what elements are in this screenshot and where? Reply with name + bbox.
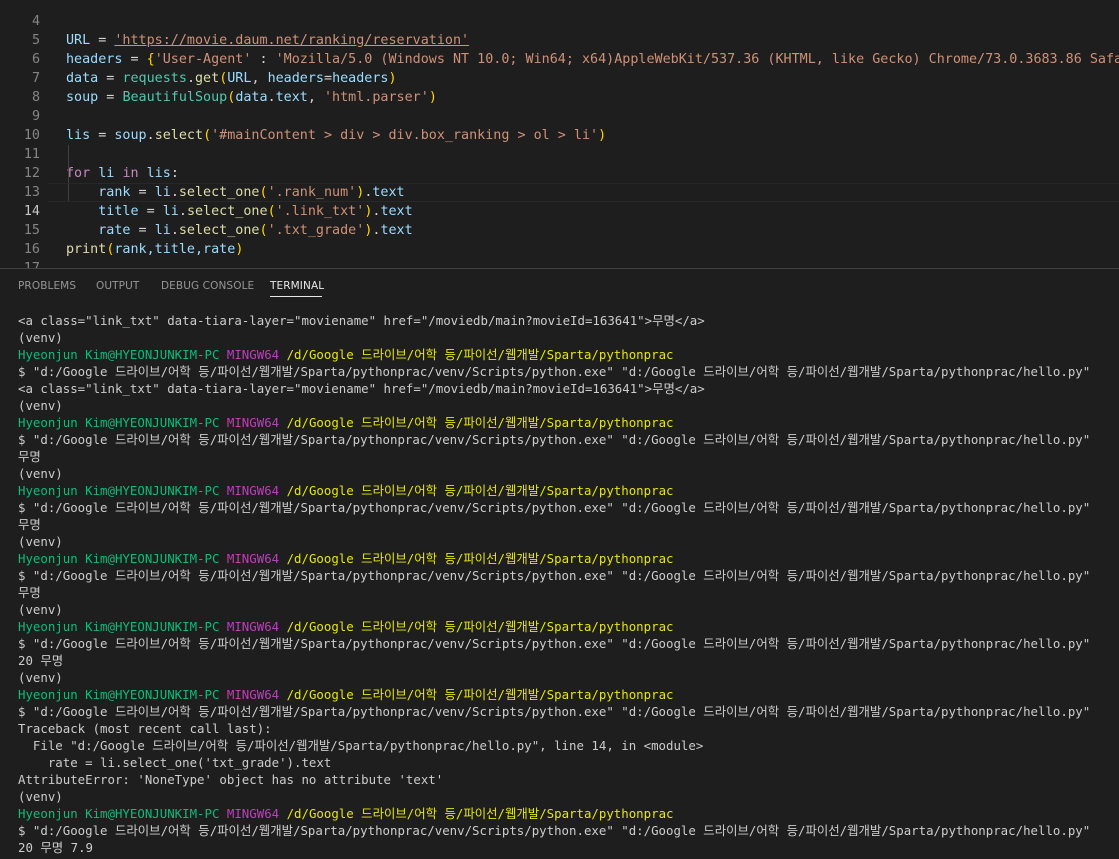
- code-line-4[interactable]: 4 URL = 'https://movie.daum.net/ranking/…: [0, 0, 1119, 48]
- terminal-command: $ "d:/Google 드라이브/어학 등/파이선/웹개발/Sparta/py…: [18, 500, 1091, 515]
- code-line-9[interactable]: 9 lis = soup.select('#mainContent > div …: [0, 88, 1119, 143]
- terminal-command: $ "d:/Google 드라이브/어학 등/파이선/웹개발/Sparta/py…: [18, 432, 1091, 447]
- terminal-line: (venv): [18, 466, 63, 481]
- code-line-13[interactable]: 13 title = li.select_one('.link_txt').te…: [0, 164, 1119, 219]
- terminal-prompt: Hyeonjun Kim@HYEONJUNKIM-PC MINGW64 /d/G…: [18, 551, 674, 566]
- code-line-7[interactable]: 7 soup = BeautifulSoup(data.text, 'html.…: [0, 50, 1119, 105]
- terminal-line: (venv): [18, 398, 63, 413]
- bottom-panel: PROBLEMS OUTPUT DEBUG CONSOLE TERMINAL <…: [0, 268, 1119, 859]
- terminal-line: 20 무명: [18, 653, 64, 668]
- terminal-line: 무명: [18, 449, 41, 464]
- terminal-line: <a class="link_txt" data-tiara-layer="mo…: [18, 381, 705, 396]
- code-line-6[interactable]: 6 data = requests.get(URL, headers=heade…: [0, 31, 1119, 86]
- tab-output[interactable]: OUTPUT: [96, 280, 139, 292]
- terminal-line: (venv): [18, 789, 63, 804]
- code-line-17[interactable]: 17: [0, 240, 1119, 268]
- terminal-line: 무명: [18, 585, 41, 600]
- panel-tabs: PROBLEMS OUTPUT DEBUG CONSOLE TERMINAL: [0, 269, 1119, 305]
- error-line: AttributeError: 'NoneType' object has no…: [18, 772, 444, 787]
- traceback-line: File "d:/Google 드라이브/어학 등/파이선/웹개발/Sparta…: [18, 738, 704, 753]
- code-line-16[interactable]: 16: [0, 221, 1119, 257]
- terminal-command: $ "d:/Google 드라이브/어학 등/파이선/웹개발/Sparta/py…: [18, 823, 1091, 838]
- terminal-prompt: Hyeonjun Kim@HYEONJUNKIM-PC MINGW64 /d/G…: [18, 415, 674, 430]
- terminal-prompt: Hyeonjun Kim@HYEONJUNKIM-PC MINGW64 /d/G…: [18, 619, 674, 634]
- terminal-prompt: Hyeonjun Kim@HYEONJUNKIM-PC MINGW64 /d/G…: [18, 687, 674, 702]
- terminal-command: $ "d:/Google 드라이브/어학 등/파이선/웹개발/Sparta/py…: [18, 704, 1091, 719]
- tab-problems[interactable]: PROBLEMS: [18, 280, 76, 292]
- traceback-line: Traceback (most recent call last):: [18, 721, 272, 736]
- code-line-11[interactable]: 11 for li in lis:: [0, 126, 1119, 181]
- terminal-prompt: Hyeonjun Kim@HYEONJUNKIM-PC MINGW64 /d/G…: [18, 483, 674, 498]
- terminal-line: (venv): [18, 602, 63, 617]
- terminal-line: (venv): [18, 330, 63, 345]
- tab-terminal[interactable]: TERMINAL: [270, 280, 324, 292]
- terminal-command: $ "d:/Google 드라이브/어학 등/파이선/웹개발/Sparta/py…: [18, 568, 1091, 583]
- active-tab-indicator: [270, 296, 322, 297]
- terminal-command: $ "d:/Google 드라이브/어학 등/파이선/웹개발/Sparta/py…: [18, 364, 1091, 379]
- code-line-15[interactable]: 15 print(rank,title,rate): [0, 202, 1119, 257]
- terminal-line: (venv): [18, 534, 63, 549]
- code-line-8[interactable]: 8: [0, 69, 1119, 105]
- tab-debug-console[interactable]: DEBUG CONSOLE: [161, 280, 254, 292]
- traceback-line: rate = li.select_one('txt_grade').text: [18, 755, 332, 770]
- line-number: 17: [0, 259, 40, 268]
- code-line-12[interactable]: 12 rank = li.select_one('.rank_num').tex…: [0, 145, 1119, 200]
- terminal-line: 20 무명 7.9: [18, 840, 94, 855]
- code-line-5[interactable]: 5 headers = {'User-Agent' : 'Mozilla/5.0…: [0, 12, 1119, 67]
- terminal-line: <a class="link_txt" data-tiara-layer="mo…: [18, 313, 705, 328]
- code-line-10[interactable]: 10: [0, 107, 1119, 143]
- code-editor[interactable]: 4 URL = 'https://movie.daum.net/ranking/…: [0, 0, 1119, 268]
- terminal-prompt: Hyeonjun Kim@HYEONJUNKIM-PC MINGW64 /d/G…: [18, 806, 674, 821]
- terminal-command: $ "d:/Google 드라이브/어학 등/파이선/웹개발/Sparta/py…: [18, 636, 1091, 651]
- terminal-prompt: Hyeonjun Kim@HYEONJUNKIM-PC MINGW64 /d/G…: [18, 347, 674, 362]
- code-line-14[interactable]: 14 rate = li.select_one('.txt_grade').te…: [0, 183, 1119, 238]
- terminal-output[interactable]: <a class="link_txt" data-tiara-layer="mo…: [18, 312, 1118, 859]
- terminal-line: (venv): [18, 670, 63, 685]
- terminal-line: 무명: [18, 517, 41, 532]
